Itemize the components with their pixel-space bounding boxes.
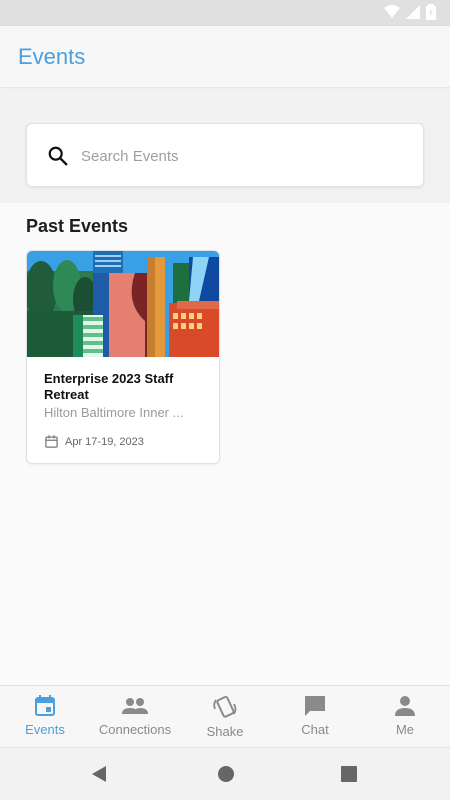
- nav-label: Connections: [98, 722, 172, 737]
- nav-label: Chat: [301, 722, 329, 737]
- cell-signal-icon: [406, 5, 420, 19]
- app-bar: Events: [0, 26, 450, 88]
- home-icon[interactable]: [217, 765, 235, 783]
- event-venue: Hilton Baltimore Inner ...: [44, 405, 184, 420]
- nav-label: Events: [25, 722, 65, 737]
- status-icons: [384, 4, 436, 20]
- event-card[interactable]: Enterprise 2023 Staff Retreat Hilton Bal…: [26, 250, 220, 464]
- calendar-icon: [45, 435, 58, 448]
- event-date-row: Apr 17-19, 2023: [44, 434, 144, 449]
- past-events-heading: Past Events: [26, 216, 129, 236]
- chat-icon: [305, 696, 325, 716]
- page-title: Events: [18, 44, 86, 69]
- back-icon[interactable]: [90, 765, 108, 783]
- nav-connections[interactable]: Connections: [90, 686, 180, 747]
- search-icon: [48, 146, 68, 166]
- search-input[interactable]: [81, 142, 401, 170]
- system-nav-bar: [0, 747, 450, 800]
- search-box[interactable]: [26, 123, 424, 187]
- people-icon: [122, 698, 148, 714]
- event-dates: Apr 17-19, 2023: [65, 435, 144, 448]
- nav-chat[interactable]: Chat: [270, 686, 360, 747]
- nav-events[interactable]: Events: [0, 686, 90, 747]
- nav-me[interactable]: Me: [360, 686, 450, 747]
- recents-icon[interactable]: [340, 765, 358, 783]
- nav-label: Shake: [206, 724, 244, 739]
- status-bar: [0, 0, 450, 26]
- nav-label: Me: [395, 722, 415, 737]
- calendar-icon: [35, 695, 55, 716]
- search-area: [0, 89, 450, 203]
- wifi-icon: [384, 5, 400, 18]
- nav-shake[interactable]: Shake: [180, 686, 270, 747]
- event-cover-image: [27, 251, 219, 357]
- person-icon: [395, 696, 415, 716]
- bottom-nav: Events Connections Shake Chat Me: [0, 685, 450, 747]
- event-name: Enterprise 2023 Staff Retreat: [44, 371, 174, 402]
- battery-icon: [426, 4, 436, 20]
- shake-phone-icon: [213, 695, 237, 718]
